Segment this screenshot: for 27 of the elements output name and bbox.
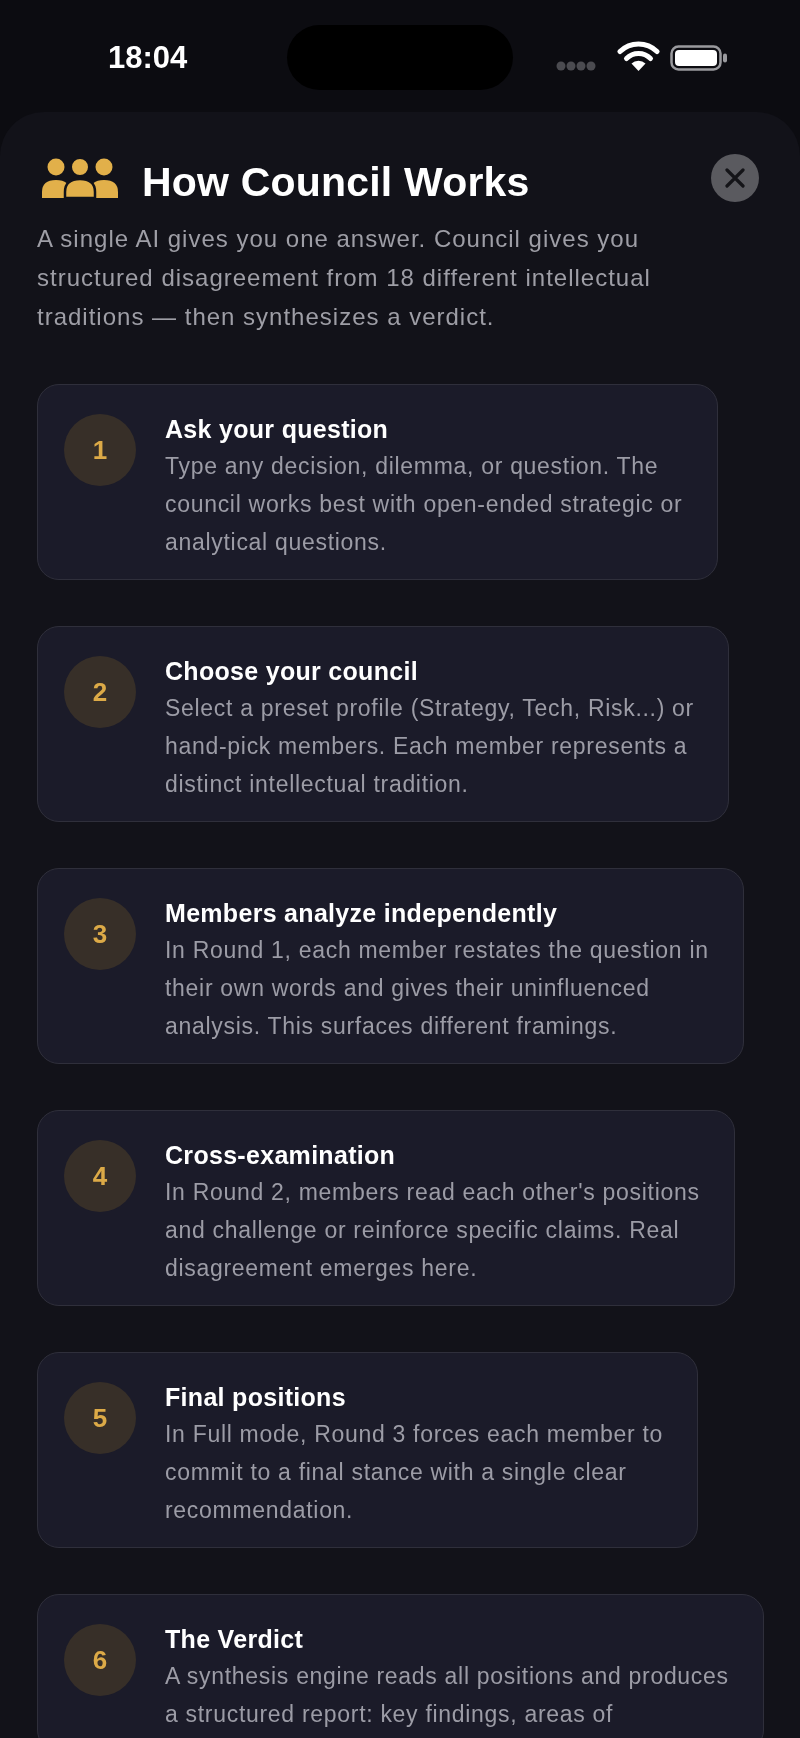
step-description: Select a preset profile (Strategy, Tech, Risk...) or hand-pick members. Each member represents a distinct intellectual tradition. [165, 694, 695, 799]
signal-icon [556, 60, 596, 71]
step-number: 3 [64, 898, 136, 970]
step-title: Final positions [165, 1382, 347, 1413]
step-title: Members analyze independently [165, 898, 559, 929]
sheet-title: How Council Works [142, 158, 530, 206]
step-title: Ask your question [165, 414, 390, 445]
battery-icon [670, 44, 728, 71]
step-description: In Full mode, Round 3 forces each member to commit to a final stance with a single clear recommendation. [165, 1420, 664, 1525]
step-title: The Verdict [165, 1624, 305, 1655]
step-description: A synthesis engine reads all positions and produces a structured report: key findings, areas of [165, 1662, 730, 1729]
step-description: In Round 1, each member restates the question in their own words and gives their uninfluenced analysis. This surfaces different framings. [165, 936, 710, 1041]
wifi-icon [617, 40, 660, 71]
step-title: Cross-examination [165, 1140, 397, 1171]
people-icon [42, 158, 118, 198]
close-button[interactable] [711, 154, 759, 202]
step-number: 1 [64, 414, 136, 486]
step-number: 5 [64, 1382, 136, 1454]
step-description: In Round 2, members read each other's positions and challenge or reinforce specific claims. Real disagreement emerges here. [165, 1178, 701, 1283]
step-number: 2 [64, 656, 136, 728]
step-title: Choose your council [165, 656, 419, 687]
close-icon [725, 168, 745, 188]
intro-text: A single AI gives you one answer. Council gives you structured disagreement from 18 different intellectual traditions — then synthesizes a verdict. [37, 224, 652, 332]
status-time: 18:04 [108, 42, 188, 73]
step-number: 6 [64, 1624, 136, 1696]
step-description: Type any decision, dilemma, or question. The council works best with open-ended strategic or analytical questions. [165, 452, 684, 557]
step-number: 4 [64, 1140, 136, 1212]
